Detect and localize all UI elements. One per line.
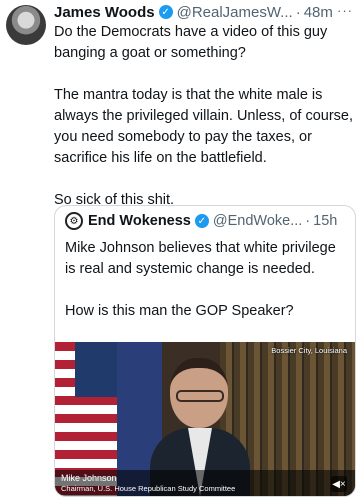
more-options-icon[interactable]: ··· (337, 3, 353, 18)
mute-icon[interactable]: ◀× (331, 476, 347, 492)
author-name[interactable]: James Woods (54, 4, 155, 21)
quote-header-separator: · (305, 213, 311, 229)
video-player[interactable]: Bossier City, Louisiana Mike Johnson Cha… (55, 342, 355, 496)
tweet-paragraph: Do the Democrats have a video of this gu… (54, 24, 328, 61)
tweet-paragraph: The mantra today is that the white male … (54, 87, 353, 166)
verified-badge-icon: ✓ (158, 5, 173, 19)
quoted-tweet-header: ⚙ End Wokeness ✓ @EndWoke... · 15h (65, 212, 337, 230)
tweet-body: Do the Democrats have a video of this gu… (54, 22, 354, 232)
quoted-tweet[interactable]: ⚙ End Wokeness ✓ @EndWoke... · 15h Mike … (54, 205, 356, 497)
verified-badge-icon: ✓ (194, 214, 209, 228)
video-lower-third: Mike Johnson Chairman, U.S. House Republ… (55, 470, 355, 496)
quote-paragraph: Mike Johnson believes that white privile… (65, 240, 336, 277)
tweet-header: James Woods ✓ @RealJamesW... · 48m ··· (54, 1, 353, 23)
author-avatar[interactable] (6, 5, 46, 45)
quote-author-avatar[interactable]: ⚙ (65, 212, 83, 230)
quoted-tweet-body: Mike Johnson believes that white privile… (65, 238, 345, 343)
quote-author-name[interactable]: End Wokeness (88, 213, 191, 229)
quote-author-handle[interactable]: @EndWoke... (213, 213, 302, 229)
video-location-label: Bossier City, Louisiana (271, 346, 347, 355)
lower-third-name: Mike Johnson (61, 473, 117, 483)
tweet-time[interactable]: 48m (304, 4, 333, 21)
author-handle[interactable]: @RealJamesW... (177, 4, 293, 21)
header-separator: · (295, 3, 301, 21)
quote-time[interactable]: 15h (313, 213, 337, 229)
lower-third-title: Chairman, U.S. House Republican Study Co… (61, 484, 236, 493)
speaker-glasses (176, 390, 224, 402)
flag-canton (75, 342, 117, 397)
quote-paragraph: How is this man the GOP Speaker? (65, 303, 294, 319)
